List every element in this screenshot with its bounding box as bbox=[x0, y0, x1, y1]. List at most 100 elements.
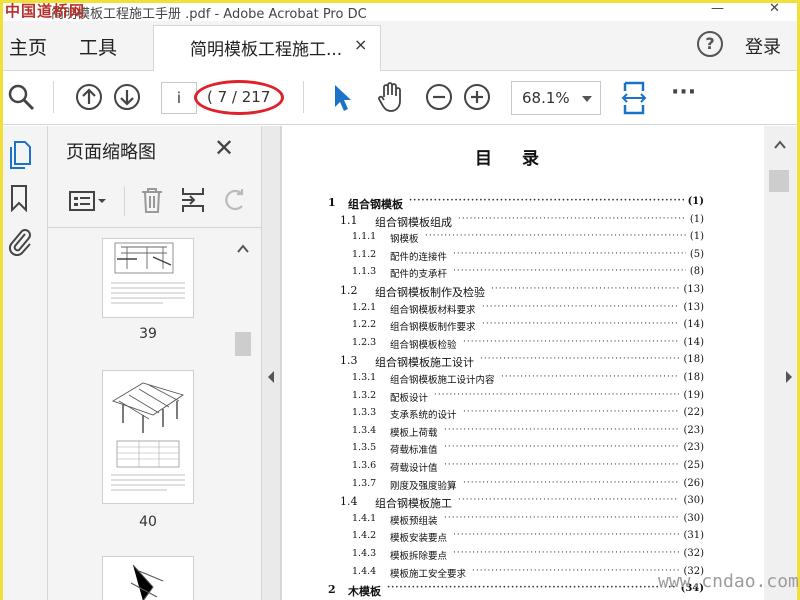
rotate-icon[interactable] bbox=[222, 186, 248, 214]
trash-icon[interactable] bbox=[140, 186, 164, 214]
toc-entry-text: 模板拆除要点 bbox=[390, 551, 448, 562]
bookmark-icon[interactable] bbox=[9, 184, 29, 212]
document-tab[interactable]: 简明模板工程施工... × bbox=[153, 25, 381, 71]
page-thumbnail[interactable] bbox=[102, 238, 194, 318]
toc-entry[interactable]: 1.1.1 钢模板 (1) ·····························… bbox=[280, 231, 704, 249]
panel-splitter[interactable] bbox=[262, 126, 280, 600]
login-button[interactable]: 登录 bbox=[745, 33, 781, 59]
panel-toolbar bbox=[48, 172, 262, 228]
toc-entry-text: 模板上荷载 bbox=[390, 427, 438, 439]
document-scrollbar[interactable] bbox=[764, 126, 797, 600]
close-icon[interactable]: ✕ bbox=[214, 134, 234, 162]
toc-entry-text: 荷载设计值 bbox=[390, 463, 438, 474]
toc-entry-text: 组合钢模板 bbox=[348, 198, 403, 211]
toc-leader-dots: ········································… bbox=[463, 407, 679, 418]
toc-entry[interactable]: 1.3.7 刚度及强度验算 (26) ························… bbox=[280, 478, 704, 496]
next-page-icon[interactable] bbox=[113, 83, 141, 111]
toc-entry-page: (30) bbox=[683, 495, 704, 507]
collapse-right-icon[interactable] bbox=[784, 370, 794, 384]
toc-entry[interactable]: 1.1 组合钢模板组成 (1) ···························… bbox=[280, 214, 704, 232]
menu-home[interactable]: 主页 bbox=[9, 33, 47, 60]
toc-entry-page: (26) bbox=[683, 477, 704, 489]
toc-entry-number: 1.4.2 bbox=[352, 530, 377, 542]
search-icon[interactable] bbox=[7, 83, 35, 111]
toc-leader-dots: ········································… bbox=[463, 336, 679, 347]
toc-entry[interactable]: 1.3.5 荷载标准值 (23) ··························… bbox=[280, 442, 704, 460]
toc-leader-dots: ········································… bbox=[463, 477, 679, 488]
toc-entry[interactable]: 1.4.3 模板拆除要点 (32) ·························… bbox=[280, 548, 704, 566]
scrollbar-thumb[interactable] bbox=[235, 332, 251, 356]
toc-entry[interactable]: 1.3.4 模板上荷载 (23) ··························… bbox=[280, 425, 704, 443]
toc-entry[interactable]: 1.1.3 配件的支承杆 (8) ··························… bbox=[280, 266, 704, 284]
scrollbar-thumb[interactable] bbox=[769, 170, 789, 192]
chevron-up-icon[interactable] bbox=[237, 244, 249, 254]
tab-close-button[interactable]: × bbox=[354, 35, 367, 54]
toc-entry-page: (25) bbox=[683, 460, 704, 471]
insert-page-icon[interactable] bbox=[180, 186, 206, 214]
zoom-out-icon[interactable] bbox=[425, 83, 453, 111]
page-thumbnail[interactable] bbox=[102, 370, 194, 504]
menu-tools[interactable]: 工具 bbox=[79, 33, 117, 60]
minimize-button[interactable]: — bbox=[711, 3, 724, 16]
toc-entry-number: 1.2 bbox=[340, 284, 358, 297]
toc-entry-page: (13) bbox=[683, 284, 704, 295]
page-number-input[interactable]: i bbox=[161, 82, 197, 114]
fit-page-icon[interactable] bbox=[619, 81, 649, 115]
toc-entry-page: (13) bbox=[683, 301, 704, 313]
toc-entry-number: 1.4.3 bbox=[352, 548, 377, 559]
toc-entry[interactable]: 1.2.3 组合钢模板检验 (14) ························… bbox=[280, 337, 704, 355]
select-arrow-icon[interactable] bbox=[331, 83, 355, 113]
toc-entry[interactable]: 1.4.1 模板预组装 (30) ··························… bbox=[280, 513, 704, 531]
toc-entry[interactable]: 1.2.2 组合钢模板制作要求 (14) ······················… bbox=[280, 319, 704, 337]
thumbnail-scrollbar[interactable] bbox=[234, 236, 252, 600]
options-menu-icon[interactable] bbox=[68, 190, 108, 212]
hand-icon[interactable] bbox=[375, 81, 405, 113]
toc-entry[interactable]: 1.2.1 组合钢模板材料要求 (13) ······················… bbox=[280, 302, 704, 320]
toc-entry[interactable]: 1.3.1 组合钢模板施工设计内容 (18) ····················… bbox=[280, 372, 704, 390]
document-view[interactable]: 目录 1 组合钢模板 (1) ····························… bbox=[280, 126, 764, 600]
more-icon[interactable]: ··· bbox=[671, 80, 696, 105]
toc-entry[interactable]: 1.1.2 配件的连接件 (5) ··························… bbox=[280, 249, 704, 267]
toc-entry-text: 木模板 bbox=[348, 585, 381, 599]
toc-entry[interactable]: 1.3 组合钢模板施工设计 (18) ························… bbox=[280, 354, 704, 372]
toc-entry-number: 1.2.2 bbox=[352, 319, 377, 331]
highlight-ellipse bbox=[194, 80, 284, 115]
toc-entry[interactable]: 1 组合钢模板 (1) ·······························… bbox=[280, 196, 704, 214]
toc-entry-number: 1.4.4 bbox=[352, 565, 377, 577]
toc-entry-text: 刚度及强度验算 bbox=[390, 480, 457, 492]
toc-entry-number: 1.1 bbox=[340, 213, 358, 227]
toc-leader-dots: ········································… bbox=[453, 266, 686, 277]
attachment-icon[interactable] bbox=[7, 226, 33, 256]
toc-entry[interactable]: 1.2 组合钢模板制作及检验 (13) ·······················… bbox=[280, 284, 704, 302]
prev-page-icon[interactable] bbox=[75, 83, 103, 111]
page-thumbnails-icon[interactable] bbox=[8, 140, 32, 170]
toc-entry-text: 配板设计 bbox=[390, 392, 429, 404]
collapse-left-icon[interactable] bbox=[266, 370, 276, 384]
toc-entry-number: 1.2.3 bbox=[352, 336, 377, 348]
toc-leader-dots: ········································… bbox=[482, 319, 679, 330]
toc-entry[interactable]: 1.4.4 模板施工安全要求 (32) ·······················… bbox=[280, 566, 704, 584]
toc-entry[interactable]: 1.4.2 模板安装要点 (31) ·························… bbox=[280, 530, 704, 548]
zoom-value: 68.1% bbox=[522, 89, 570, 107]
toc-entry-text: 组合钢模板施工设计内容 bbox=[390, 375, 495, 386]
toc-entry[interactable]: 1.4 组合钢模板施工 (30) ··························… bbox=[280, 495, 704, 513]
toc-leader-dots: ········································… bbox=[501, 372, 679, 382]
toc-leader-dots: ········································… bbox=[434, 389, 679, 400]
toc-leader-dots: ········································… bbox=[453, 548, 679, 558]
zoom-select[interactable]: 68.1% bbox=[511, 81, 601, 115]
toc-entry[interactable]: 1.3.3 支承系统的设计 (22) ························… bbox=[280, 407, 704, 425]
help-icon[interactable]: ? bbox=[697, 31, 723, 57]
toc-entry[interactable]: 1.3.2 配板设计 (19) ···························… bbox=[280, 390, 704, 408]
chevron-up-icon[interactable] bbox=[774, 140, 786, 150]
page-thumbnail[interactable] bbox=[102, 556, 194, 600]
toc-entry-text: 组合钢模板施工 bbox=[375, 497, 452, 511]
toc-entry[interactable]: 1.3.6 荷载设计值 (25) ··························… bbox=[280, 460, 704, 478]
toc-leader-dots: ········································… bbox=[444, 512, 679, 523]
toc-entry-page: (19) bbox=[683, 389, 704, 401]
close-window-button[interactable]: ✕ bbox=[769, 3, 780, 16]
toc-title: 目录 bbox=[475, 149, 569, 169]
zoom-in-icon[interactable] bbox=[463, 83, 491, 111]
toc-entry-number: 2 bbox=[328, 583, 336, 597]
thumbnail-image bbox=[111, 382, 185, 491]
toc-entry[interactable]: 2 木模板 (34) ································… bbox=[280, 583, 704, 600]
